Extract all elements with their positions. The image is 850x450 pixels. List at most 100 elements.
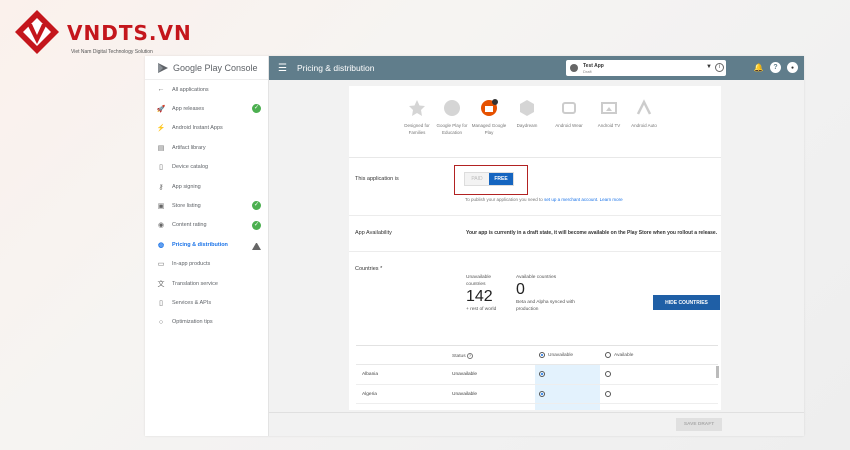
- sidebar-item-label: All applications: [172, 86, 209, 93]
- learn-more-link[interactable]: Learn more: [600, 197, 623, 202]
- warning-triangle-icon: [252, 241, 261, 251]
- google-play-icon: [158, 62, 168, 73]
- distribution-program-android-auto[interactable]: Android Auto: [624, 99, 664, 130]
- sidebar-item-label: Android Instant Apps: [172, 125, 223, 132]
- play-console-window: Google Play Console ← All applications 🚀 Ap…: [145, 56, 804, 436]
- card-icon: ▭: [157, 261, 165, 269]
- hamburger-menu-icon[interactable]: ☰: [278, 63, 287, 74]
- help-circle-icon[interactable]: ?: [466, 353, 473, 359]
- unavailable-radio[interactable]: [539, 390, 545, 397]
- status-header: Status ?: [452, 353, 473, 359]
- sidebar-item-device-catalog[interactable]: ▯ Device catalog: [145, 158, 268, 177]
- sidebar-item-label: Optimization tips: [172, 319, 213, 326]
- pricing-label: This application is: [355, 176, 399, 182]
- unavailable-count: 142: [466, 288, 493, 306]
- country-name: Algeria: [362, 391, 377, 397]
- sidebar-item-label: Device catalog: [172, 164, 209, 171]
- table-row: Albania Unavailable: [356, 365, 718, 385]
- sidebar-item-android-instant-apps[interactable]: ⚡ Android Instant Apps: [145, 119, 268, 138]
- sidebar-item-label: In-app products: [172, 261, 211, 268]
- sidebar-item-label: Services & APIs: [172, 299, 212, 306]
- bell-icon[interactable]: 🔔: [753, 62, 764, 73]
- sidebar-item-label: Artifact library: [172, 144, 206, 151]
- key-icon: ⚷: [158, 183, 164, 191]
- distribution-label: Daydream: [516, 123, 538, 128]
- auto-icon: [635, 99, 653, 117]
- available-radio[interactable]: [605, 390, 611, 397]
- brand-tagline: Viet Nam Digital Technology Solution: [71, 49, 153, 55]
- distribution-program-google-play-for-education[interactable]: Google Play for Education: [432, 99, 472, 137]
- distribution-label: Google Play for Education: [436, 123, 468, 135]
- rating-icon: ◉: [157, 222, 165, 230]
- sidebar-item-app-releases[interactable]: 🚀 App releases ✓: [145, 99, 268, 118]
- bulb-icon: ○: [158, 318, 164, 326]
- available-all-radio[interactable]: [605, 352, 611, 358]
- distribution-label: Android Auto: [631, 123, 657, 128]
- available-radio[interactable]: [605, 371, 611, 377]
- chevron-down-icon[interactable]: ▼: [706, 64, 712, 70]
- countries-label: Countries *: [355, 266, 383, 272]
- table-scrollbar[interactable]: [716, 366, 719, 378]
- table-row: AngolaUnavailable: [356, 404, 718, 410]
- app-name: Test App: [583, 62, 604, 69]
- sidebar-item-label: Pricing & distribution: [172, 241, 228, 248]
- sidebar-item-services-apis[interactable]: ▯ Services & APIs: [145, 293, 268, 312]
- sidebar-item-app-signing[interactable]: ⚷ App signing: [145, 177, 268, 196]
- vndts-logo-icon: [15, 10, 59, 54]
- sidebar-item-label: App signing: [172, 183, 201, 190]
- countries-table: Status ? Unavailable Available Albania Un…: [356, 345, 718, 410]
- globe-icon: ◍: [157, 241, 165, 249]
- sidebar-nav: ← All applications 🚀 App releases ✓ ⚡ Android …: [145, 80, 268, 332]
- sidebar-item-in-app-products[interactable]: ▭ In-app products: [145, 255, 268, 274]
- country-name: Albania: [362, 372, 379, 377]
- distribution-program-daydream[interactable]: Daydream: [507, 99, 547, 130]
- sidebar-item-translation-service[interactable]: 文 Translation service: [145, 274, 268, 293]
- distribution-label: Android TV: [597, 123, 621, 128]
- country-status: Unavailable: [452, 391, 478, 397]
- distribution-program-managed-google-play[interactable]: Managed Google Play: [469, 99, 509, 137]
- countries-row: Countries * Unavailable countries 142 + …: [349, 252, 721, 342]
- merchant-account-link[interactable]: set up a merchant account: [544, 197, 597, 202]
- pricing-content-card: Designed for Families Google Play for Edu…: [349, 86, 721, 410]
- sidebar: Google Play Console ← All applications 🚀 Ap…: [145, 56, 269, 436]
- merchant-note: To publish your application you need to …: [465, 197, 623, 202]
- tv-icon: [600, 99, 618, 117]
- unavailable-all-radio[interactable]: [539, 352, 545, 358]
- distribution-label: Managed Google Play: [471, 123, 507, 135]
- available-count: 0: [516, 281, 525, 299]
- free-option[interactable]: FREE: [489, 173, 513, 185]
- availability-label: App Availability: [355, 230, 392, 236]
- app-selector[interactable]: Test App Draft ▼ i: [566, 60, 726, 76]
- phone-icon: ▯: [159, 299, 163, 307]
- hide-countries-button[interactable]: HIDE COUNTRIES: [653, 295, 720, 310]
- help-icon[interactable]: ?: [770, 62, 781, 73]
- sidebar-item-pricing-distribution[interactable]: ◍ Pricing & distribution: [145, 235, 268, 254]
- account-avatar-icon[interactable]: ●: [787, 62, 798, 73]
- arrow-left-icon: ←: [157, 86, 165, 94]
- unavailable-radio[interactable]: [539, 371, 545, 377]
- rocket-icon: 🚀: [156, 106, 166, 114]
- available-stat: Available countries 0 Beta and Alpha syn…: [516, 274, 586, 313]
- sidebar-item-all-applications[interactable]: ← All applications: [145, 80, 268, 99]
- star-badge-icon: [408, 99, 426, 117]
- sidebar-item-store-listing[interactable]: ▣ Store listing ✓: [145, 196, 268, 215]
- distribution-program-designed-for-families[interactable]: Designed for Families: [397, 99, 437, 137]
- distribution-program-android-tv[interactable]: Android TV: [589, 99, 629, 130]
- briefcase-icon: [480, 99, 498, 117]
- sidebar-item-label: Translation service: [172, 280, 218, 287]
- paid-option[interactable]: PAID: [465, 173, 489, 185]
- table-header: Status ? Unavailable Available: [356, 346, 718, 365]
- sidebar-item-label: App releases: [172, 106, 205, 113]
- console-title: Google Play Console: [173, 62, 258, 73]
- distribution-program-android-wear[interactable]: Android Wear: [549, 99, 589, 130]
- table-row: Algeria Unavailable: [356, 385, 718, 404]
- save-draft-button[interactable]: SAVE DRAFT: [676, 418, 722, 431]
- sidebar-item-artifact-library[interactable]: ▤ Artifact library: [145, 138, 268, 157]
- country-status: Unavailable: [452, 372, 478, 377]
- watch-icon: [560, 99, 578, 117]
- sidebar-item-optimization-tips[interactable]: ○ Optimization tips: [145, 313, 268, 332]
- info-icon[interactable]: i: [715, 63, 724, 72]
- paid-free-toggle[interactable]: PAID FREE: [464, 172, 514, 186]
- sidebar-item-label: Store listing: [172, 203, 201, 210]
- sidebar-item-content-rating[interactable]: ◉ Content rating ✓: [145, 216, 268, 235]
